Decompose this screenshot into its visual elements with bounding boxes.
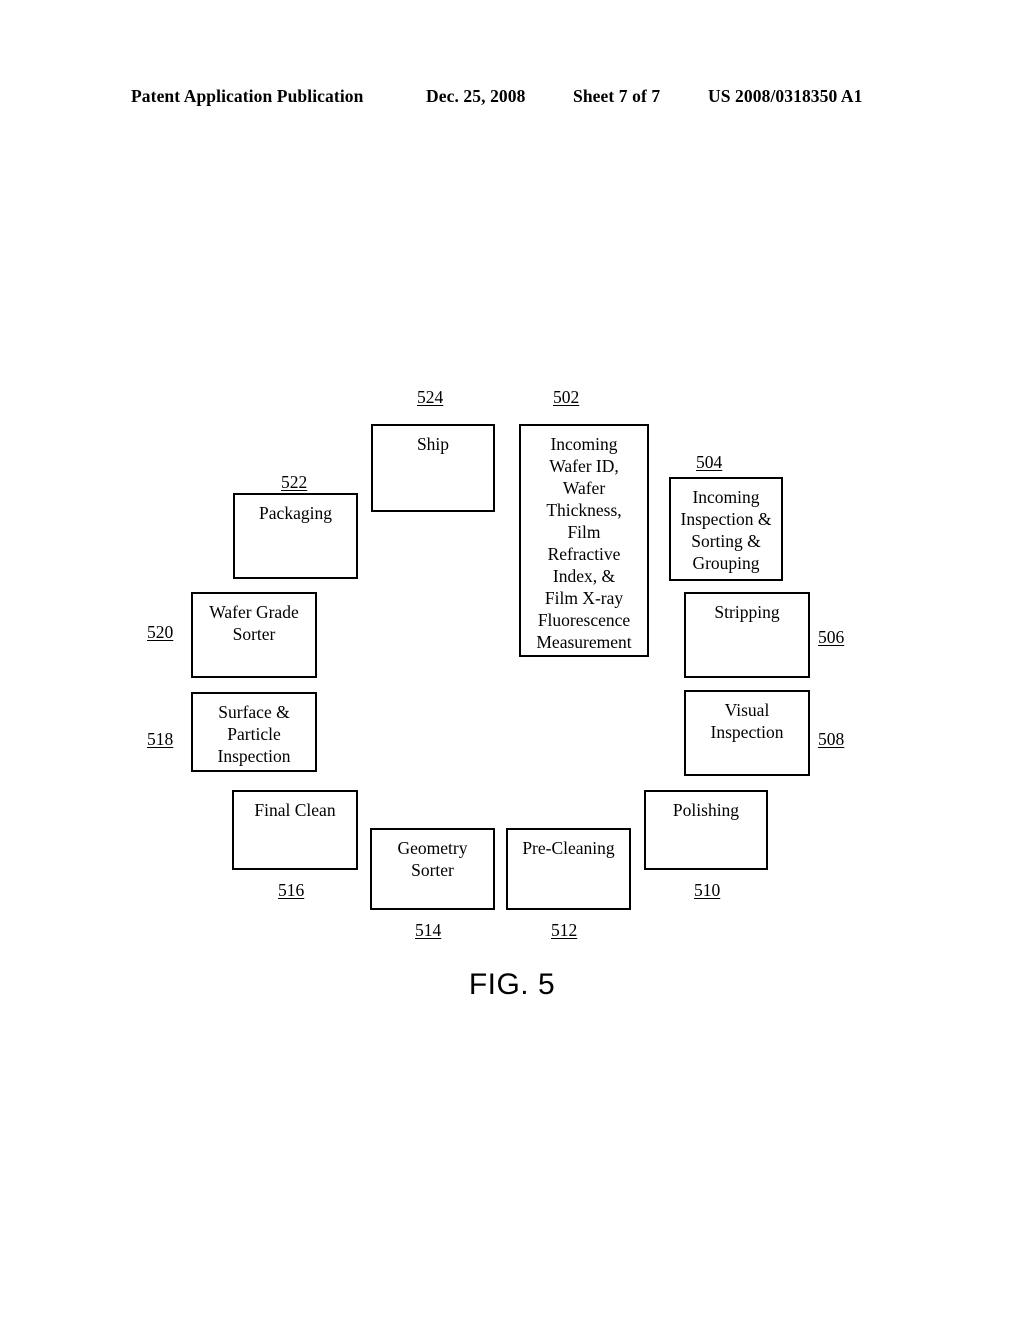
process-box-ship: Ship xyxy=(371,424,495,512)
process-box-geometry-sorter: Geometry Sorter xyxy=(370,828,495,910)
reference-numeral-514: 514 xyxy=(415,920,442,940)
reference-numeral-506: 506 xyxy=(818,627,845,647)
process-box-ship-label: Ship xyxy=(416,434,450,454)
reference-numeral-522: 522 xyxy=(281,472,308,492)
process-box-pre-cleaning: Pre-Cleaning xyxy=(506,828,631,910)
process-box-surface-particle-inspection: Surface & Particle Inspection xyxy=(191,692,317,772)
process-box-incoming-inspection-label: Incoming Inspection & Sorting & Grouping xyxy=(680,487,772,574)
process-box-polishing: Polishing xyxy=(644,790,768,870)
patent-figure-5: 524 502 504 506 508 510 512 514 516 518 … xyxy=(0,0,1024,1320)
process-box-packaging-label: Packaging xyxy=(259,503,332,523)
reference-numeral-516: 516 xyxy=(278,880,305,900)
process-box-polishing-label: Polishing xyxy=(672,800,740,820)
reference-numeral-504: 504 xyxy=(696,452,723,472)
reference-numeral-508: 508 xyxy=(818,729,845,749)
process-box-final-clean: Final Clean xyxy=(232,790,358,870)
process-box-incoming-inspection: Incoming Inspection & Sorting & Grouping xyxy=(669,477,783,581)
reference-numeral-524: 524 xyxy=(417,387,444,407)
process-box-incoming-measurement-label: Incoming Wafer ID, Wafer Thickness, Film… xyxy=(536,434,632,653)
process-box-final-clean-label: Final Clean xyxy=(254,800,336,820)
reference-numeral-510: 510 xyxy=(694,880,721,900)
process-box-stripping: Stripping xyxy=(684,592,810,678)
reference-numeral-512: 512 xyxy=(551,920,578,940)
reference-numeral-518: 518 xyxy=(147,729,174,749)
reference-numeral-520: 520 xyxy=(147,622,174,642)
process-box-visual-inspection: Visual Inspection xyxy=(684,690,810,776)
process-box-stripping-label: Stripping xyxy=(714,602,780,622)
process-box-incoming-measurement: Incoming Wafer ID, Wafer Thickness, Film… xyxy=(519,424,649,657)
reference-numeral-502: 502 xyxy=(553,387,580,407)
process-box-wafer-grade-sorter-label: Wafer Grade Sorter xyxy=(209,602,299,645)
process-box-pre-cleaning-label: Pre-Cleaning xyxy=(522,838,615,858)
process-box-wafer-grade-sorter: Wafer Grade Sorter xyxy=(191,592,317,678)
process-box-geometry-sorter-label: Geometry Sorter xyxy=(397,838,468,881)
process-box-visual-inspection-label: Visual Inspection xyxy=(710,700,784,743)
figure-caption: FIG. 5 xyxy=(468,968,556,1001)
process-box-packaging: Packaging xyxy=(233,493,358,579)
process-box-surface-particle-inspection-label: Surface & Particle Inspection xyxy=(217,702,291,767)
